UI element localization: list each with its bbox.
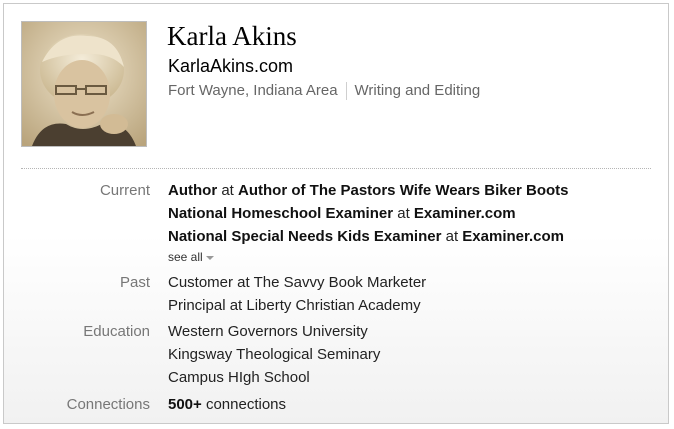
- current-at-1: at: [221, 182, 234, 199]
- connections-count: 500+: [168, 396, 202, 413]
- current-position-3[interactable]: National Special Needs Kids Examiner at …: [168, 227, 564, 247]
- section-divider: [21, 168, 651, 169]
- current-company-3[interactable]: Examiner.com: [462, 228, 564, 245]
- education-item[interactable]: Kingsway Theological Seminary: [168, 345, 380, 365]
- current-title-1: Author: [168, 182, 218, 199]
- past-label: Past: [119, 274, 150, 291]
- caret-down-icon: [205, 255, 214, 260]
- current-company-1[interactable]: Author of The Pastors Wife Wears Biker B…: [238, 182, 568, 199]
- past-item[interactable]: Principal at Liberty Christian Academy: [168, 296, 421, 316]
- current-title-3: National Special Needs Kids Examiner: [168, 228, 442, 245]
- education-label: Education: [83, 323, 150, 340]
- current-position-1[interactable]: Author at Author of The Pastors Wife Wea…: [168, 181, 569, 201]
- current-title-2: National Homeschool Examiner: [168, 205, 394, 222]
- profile-website-link[interactable]: KarlaAkins.com: [168, 55, 293, 77]
- past-item[interactable]: Customer at The Savvy Book Marketer: [168, 273, 426, 293]
- profile-meta: Fort Wayne, Indiana Area Writing and Edi…: [168, 81, 480, 101]
- see-all-label: see all: [168, 250, 203, 264]
- profile-photo[interactable]: [21, 21, 147, 147]
- current-position-2[interactable]: National Homeschool Examiner at Examiner…: [168, 204, 516, 224]
- profile-industry[interactable]: Writing and Editing: [355, 81, 481, 101]
- education-item[interactable]: Campus HIgh School: [168, 368, 310, 388]
- current-at-3: at: [445, 228, 459, 245]
- profile-photo-image: [22, 22, 146, 146]
- connections-label: Connections: [66, 396, 150, 413]
- current-company-2[interactable]: Examiner.com: [414, 205, 516, 222]
- profile-location[interactable]: Fort Wayne, Indiana Area: [168, 81, 338, 101]
- current-label: Current: [99, 182, 150, 199]
- connections-value[interactable]: 500+ connections: [168, 395, 286, 415]
- connections-suffix: connections: [205, 396, 287, 413]
- current-at-2: at: [397, 205, 410, 222]
- education-item[interactable]: Western Governors University: [168, 322, 368, 342]
- see-all-link[interactable]: see all: [168, 249, 214, 265]
- profile-name: Karla Akins: [167, 21, 297, 51]
- meta-separator: [345, 82, 347, 100]
